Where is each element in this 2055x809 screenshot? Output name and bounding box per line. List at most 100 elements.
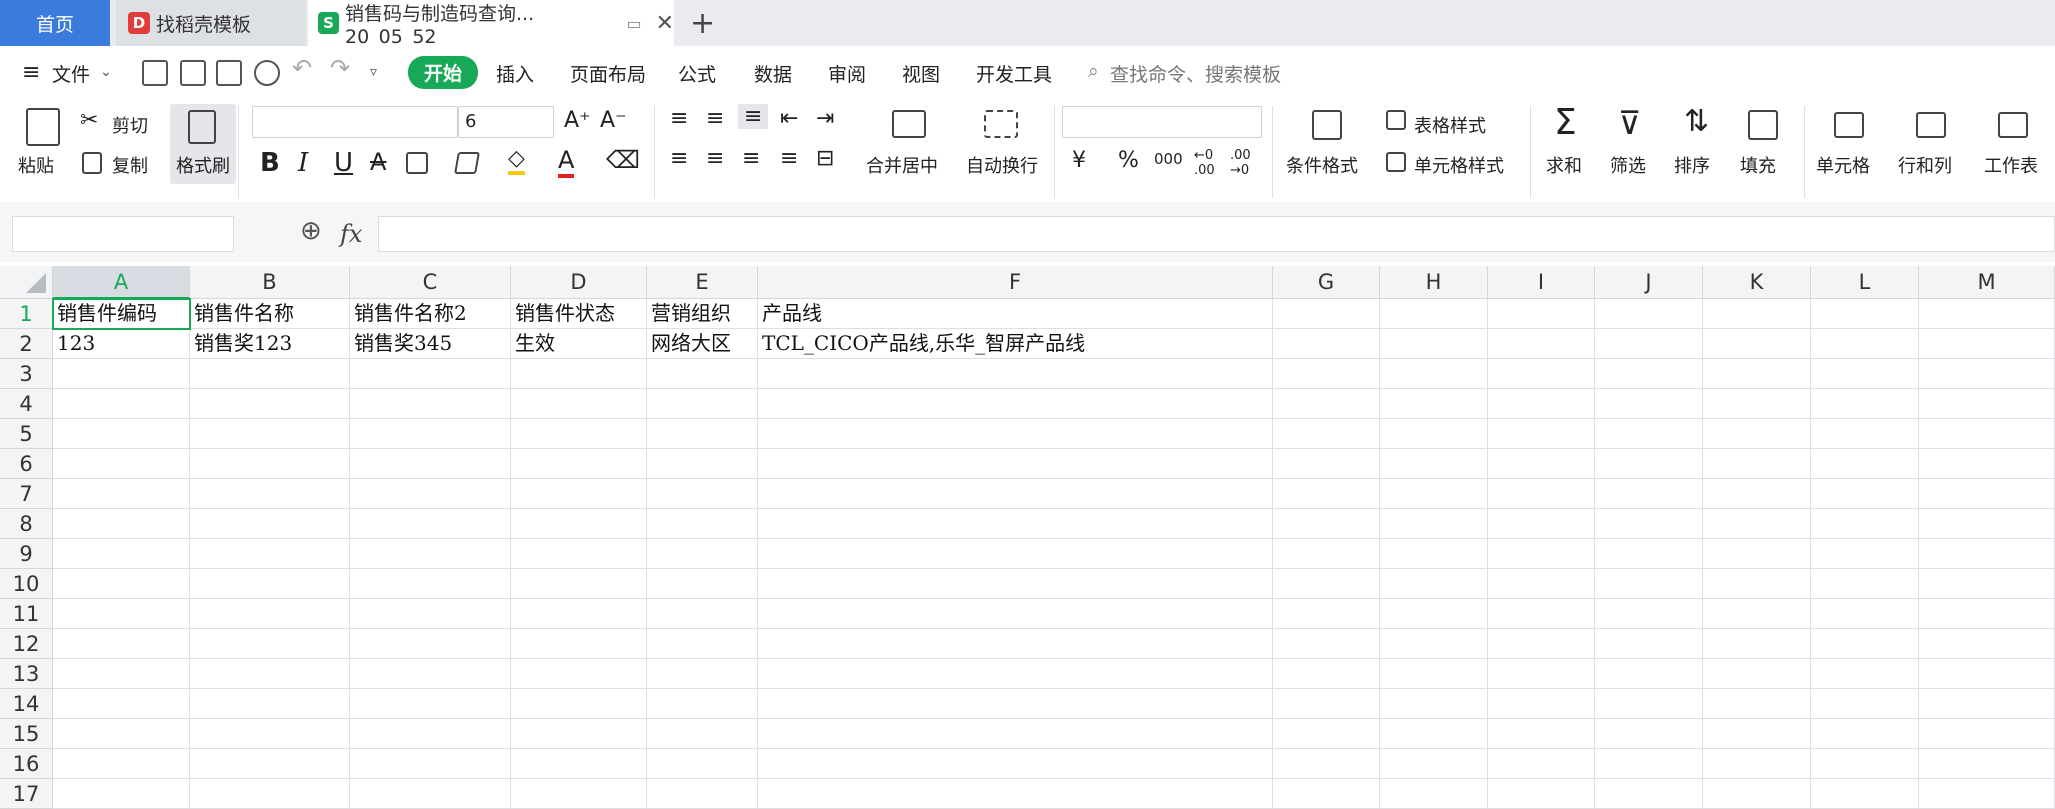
font-color-icon[interactable]: A (558, 146, 575, 178)
row-header-15[interactable]: 15 (0, 719, 53, 749)
sort-button[interactable]: 排序 (1674, 152, 1710, 178)
cell-h11[interactable] (1380, 599, 1488, 629)
cell-j1[interactable] (1595, 299, 1703, 329)
cell-l3[interactable] (1811, 359, 1919, 389)
cell-h12[interactable] (1380, 629, 1488, 659)
cell-m5[interactable] (1919, 419, 2055, 449)
cell-i13[interactable] (1488, 659, 1595, 689)
justify-icon[interactable]: ≡ (780, 146, 798, 171)
column-header-h[interactable]: H (1380, 266, 1488, 299)
cell-i7[interactable] (1488, 479, 1595, 509)
cell-c10[interactable] (350, 569, 511, 599)
menu-page-layout[interactable]: 页面布局 (570, 60, 646, 87)
cell-a11[interactable] (53, 599, 190, 629)
cell-f9[interactable] (758, 539, 1273, 569)
cell-a17[interactable] (53, 779, 190, 809)
cell-j16[interactable] (1595, 749, 1703, 779)
cell-a9[interactable] (53, 539, 190, 569)
fill-button[interactable]: 填充 (1740, 152, 1776, 178)
cell-b8[interactable] (190, 509, 350, 539)
cell-m11[interactable] (1919, 599, 2055, 629)
font-size-select[interactable]: 6 (458, 106, 554, 138)
row-header-16[interactable]: 16 (0, 749, 53, 779)
cell-h7[interactable] (1380, 479, 1488, 509)
cell-d14[interactable] (511, 689, 647, 719)
search-command-input[interactable]: 查找命令、搜索模板 (1110, 60, 1281, 87)
row-header-6[interactable]: 6 (0, 449, 53, 479)
cell-b11[interactable] (190, 599, 350, 629)
number-format-select[interactable] (1062, 106, 1262, 138)
cell-d4[interactable] (511, 389, 647, 419)
border-icon[interactable] (406, 152, 428, 174)
cell-l7[interactable] (1811, 479, 1919, 509)
cell-d17[interactable] (511, 779, 647, 809)
cell-c9[interactable] (350, 539, 511, 569)
cell-d3[interactable] (511, 359, 647, 389)
cell-k3[interactable] (1703, 359, 1811, 389)
cell-g4[interactable] (1273, 389, 1380, 419)
cell-g3[interactable] (1273, 359, 1380, 389)
cell-b2[interactable]: 销售奖123 (190, 329, 350, 359)
paste-icon[interactable] (26, 108, 60, 146)
hamburger-icon[interactable]: ≡ (22, 60, 40, 85)
cell-e13[interactable] (647, 659, 758, 689)
increase-font-icon[interactable]: A⁺ (564, 108, 591, 133)
cell-i17[interactable] (1488, 779, 1595, 809)
cell-f8[interactable] (758, 509, 1273, 539)
cell-g8[interactable] (1273, 509, 1380, 539)
cell-i15[interactable] (1488, 719, 1595, 749)
cell-d13[interactable] (511, 659, 647, 689)
cell-a13[interactable] (53, 659, 190, 689)
row-header-11[interactable]: 11 (0, 599, 53, 629)
menu-start[interactable]: 开始 (408, 56, 479, 89)
cell-k12[interactable] (1703, 629, 1811, 659)
merge-center-button[interactable]: 合并居中 (866, 152, 938, 178)
cell-d5[interactable] (511, 419, 647, 449)
cell-b5[interactable] (190, 419, 350, 449)
cell-a4[interactable] (53, 389, 190, 419)
cell-g11[interactable] (1273, 599, 1380, 629)
cell-m13[interactable] (1919, 659, 2055, 689)
cell-j17[interactable] (1595, 779, 1703, 809)
cell-a2[interactable]: 123 (53, 329, 190, 359)
cell-i5[interactable] (1488, 419, 1595, 449)
cell-h10[interactable] (1380, 569, 1488, 599)
cell-d1[interactable]: 销售件状态 (511, 299, 647, 329)
cell-a10[interactable] (53, 569, 190, 599)
cell-h16[interactable] (1380, 749, 1488, 779)
rows-cols-button[interactable]: 行和列 (1898, 152, 1952, 178)
cell-g14[interactable] (1273, 689, 1380, 719)
cell-l2[interactable] (1811, 329, 1919, 359)
cell-i2[interactable] (1488, 329, 1595, 359)
cell-a12[interactable] (53, 629, 190, 659)
cell-j11[interactable] (1595, 599, 1703, 629)
cell-d2[interactable]: 生效 (511, 329, 647, 359)
row-header-5[interactable]: 5 (0, 419, 53, 449)
align-left-icon[interactable]: ≡ (670, 146, 688, 171)
cell-l9[interactable] (1811, 539, 1919, 569)
cell-h17[interactable] (1380, 779, 1488, 809)
cell-k8[interactable] (1703, 509, 1811, 539)
cell-c4[interactable] (350, 389, 511, 419)
row-header-9[interactable]: 9 (0, 539, 53, 569)
cell-a8[interactable] (53, 509, 190, 539)
cell-j13[interactable] (1595, 659, 1703, 689)
cell-h13[interactable] (1380, 659, 1488, 689)
cell-l8[interactable] (1811, 509, 1919, 539)
font-family-select[interactable] (252, 106, 458, 138)
add-tab-icon[interactable]: + (690, 6, 715, 41)
format-painter-button[interactable]: 格式刷 (170, 104, 236, 184)
tab-document[interactable]: S 销售码与制造码查询... 20_05_52 ▭ ✕ (308, 0, 674, 48)
highlight-icon[interactable]: ◇ (508, 146, 525, 175)
cell-c5[interactable] (350, 419, 511, 449)
name-box[interactable] (12, 216, 234, 252)
cell-m8[interactable] (1919, 509, 2055, 539)
cell-l12[interactable] (1811, 629, 1919, 659)
cell-a3[interactable] (53, 359, 190, 389)
cell-l10[interactable] (1811, 569, 1919, 599)
cell-j2[interactable] (1595, 329, 1703, 359)
cell-fill-icon[interactable] (454, 152, 480, 174)
cell-l16[interactable] (1811, 749, 1919, 779)
cell-e7[interactable] (647, 479, 758, 509)
menu-view[interactable]: 视图 (902, 60, 940, 87)
